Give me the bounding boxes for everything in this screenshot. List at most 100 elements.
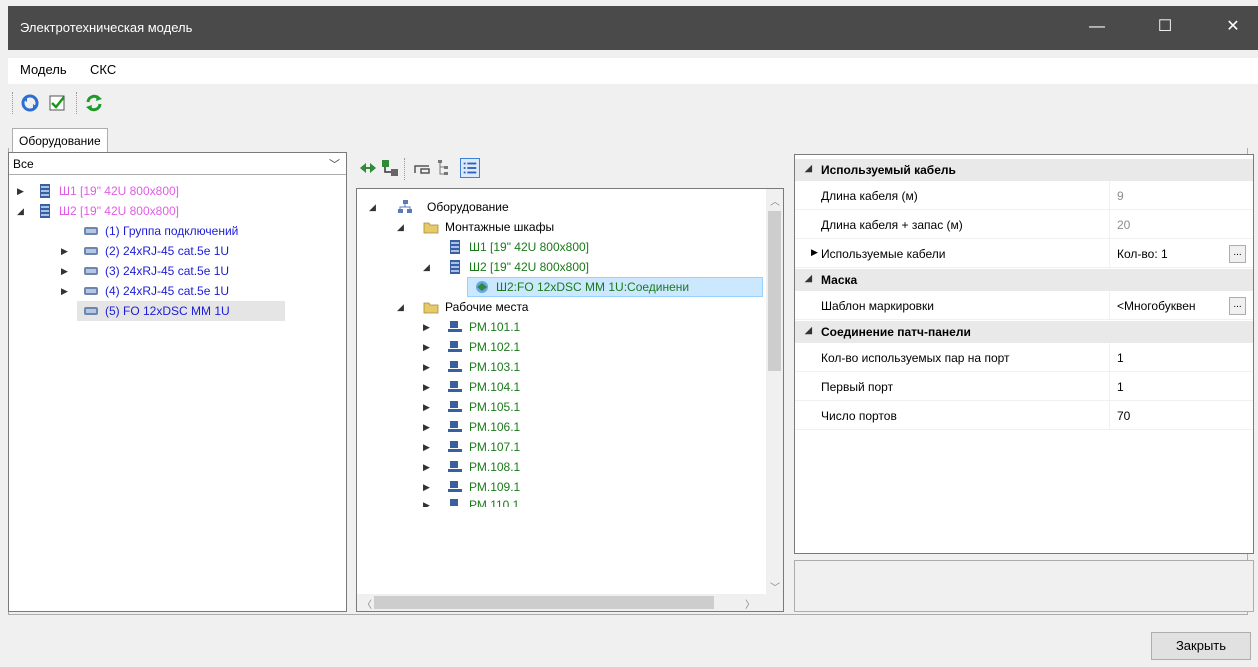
property-row[interactable]: Кол-во используемых пар на порт 1 — [795, 343, 1253, 372]
collapse-arrow-icon[interactable]: ◢ — [805, 325, 812, 336]
tree-item[interactable]: ▶ РМ.105.1 — [357, 397, 767, 417]
edit-button[interactable]: ... — [1229, 297, 1246, 315]
check-icon[interactable] — [48, 93, 68, 113]
expand-arrow-icon[interactable]: ▶ — [811, 247, 818, 258]
column-divider — [1109, 239, 1110, 268]
tree-item[interactable]: ▶ РМ.101.1 — [357, 317, 767, 337]
tree-item[interactable]: (1) Группа подключений — [9, 221, 346, 241]
property-row[interactable]: Длина кабеля (м) 9 — [795, 181, 1253, 210]
expand-arrow-icon[interactable]: ▶ — [423, 397, 433, 417]
structure-icon[interactable] — [380, 158, 400, 178]
scroll-up-icon[interactable]: ︿ — [770, 193, 780, 208]
property-category[interactable]: ◢ Используемый кабель — [795, 159, 1253, 181]
tree-item-label: РМ.104.1 — [469, 380, 521, 394]
scrollbar-thumb[interactable] — [768, 211, 781, 371]
property-name: Используемые кабели — [821, 247, 946, 261]
equipment-tree: ◢ Оборудование ◢ Монтажные шкафы Ш1 [19"… — [356, 188, 784, 612]
tree-item[interactable]: Ш1 [19" 42U 800x800] — [357, 237, 767, 257]
collapse-arrow-icon[interactable]: ◢ — [369, 197, 379, 217]
expand-arrow-icon[interactable]: ▶ — [423, 477, 433, 497]
tree-item[interactable]: ◢ Ш2 [19" 42U 800x800] — [357, 257, 767, 277]
maximize-button[interactable]: ☐ — [1142, 6, 1188, 50]
edit-button[interactable]: ... — [1229, 245, 1246, 263]
panel-icon[interactable] — [412, 158, 432, 178]
menu-model[interactable]: Модель — [20, 62, 67, 77]
tree-item[interactable]: ▶ РМ.106.1 — [357, 417, 767, 437]
expand-arrow-icon[interactable]: ▶ — [423, 357, 433, 377]
expand-arrow-icon[interactable]: ▶ — [17, 181, 27, 201]
expand-arrow-icon[interactable]: ▶ — [423, 437, 433, 457]
scroll-right-icon[interactable]: 〉 — [745, 596, 755, 611]
tree-item-selected[interactable]: Ш2:FO 12xDSC MM 1U:Соединени — [467, 277, 763, 297]
expand-arrow-icon[interactable]: ▶ — [61, 241, 71, 261]
expand-arrow-icon[interactable]: ▶ — [61, 281, 71, 301]
collapse-arrow-icon[interactable]: ◢ — [397, 217, 407, 237]
toolbar-grip[interactable] — [12, 92, 14, 114]
property-category[interactable]: ◢ Соединение патч-панели — [795, 321, 1253, 343]
title-bar[interactable]: Электротехническая модель — ☐ ✕ — [8, 6, 1258, 50]
vertical-scrollbar[interactable]: ︿ ﹀ — [766, 189, 783, 594]
close-window-button[interactable]: ✕ — [1210, 6, 1256, 50]
chevron-down-icon[interactable]: ﹀ — [329, 156, 340, 172]
property-name: Длина кабеля + запас (м) — [821, 218, 963, 232]
tree-item[interactable]: ◢ Ш2 [19" 42U 800x800] — [9, 201, 346, 221]
property-row[interactable]: Число портов 70 — [795, 401, 1253, 430]
menu-bar: Модель СКС — [8, 58, 1258, 84]
equipment-filter-tree: Все ﹀ ▶ Ш1 [19" 42U 800x800] ◢ Ш2 [19" 4… — [8, 152, 347, 612]
property-row[interactable]: ▶ Используемые кабели Кол-во: 1 ... — [795, 239, 1253, 268]
sync-icon[interactable] — [84, 93, 104, 113]
tree-item[interactable]: ▶ РМ.104.1 — [357, 377, 767, 397]
tree-item-label: РМ.103.1 — [469, 360, 521, 374]
property-row[interactable]: Длина кабеля + запас (м) 20 — [795, 210, 1253, 239]
tree-item[interactable]: ◢ Монтажные шкафы — [357, 217, 767, 237]
tree-item[interactable]: ▶ РМ.103.1 — [357, 357, 767, 377]
workstation-icon — [448, 421, 462, 432]
scroll-left-icon[interactable]: 〈 — [362, 596, 372, 611]
expand-arrow-icon[interactable]: ▶ — [423, 457, 433, 477]
scrollbar-thumb[interactable] — [374, 596, 714, 609]
horizontal-scrollbar[interactable]: 〈 〉 — [357, 594, 783, 611]
expand-arrow-icon[interactable]: ▶ — [423, 317, 433, 337]
tree-view-icon[interactable] — [436, 158, 456, 178]
collapse-arrow-icon[interactable]: ◢ — [17, 201, 27, 221]
tree-item[interactable]: ◢ Оборудование — [357, 197, 767, 217]
tree-item[interactable]: ▶ РМ.110.1 — [357, 495, 767, 507]
property-row[interactable]: Первый порт 1 — [795, 372, 1253, 401]
expand-collapse-icon[interactable] — [358, 158, 378, 178]
expand-arrow-icon[interactable]: ▶ — [423, 417, 433, 437]
property-row[interactable]: Шаблон маркировки <Многобуквен ... — [795, 291, 1253, 320]
tree-item[interactable]: ◢ Рабочие места — [357, 297, 767, 317]
tree-item-selected[interactable]: (5) FO 12xDSC MM 1U — [77, 301, 285, 321]
menu-sks[interactable]: СКС — [90, 62, 116, 77]
property-category[interactable]: ◢ Маска — [795, 269, 1253, 291]
expand-arrow-icon[interactable]: ▶ — [423, 495, 433, 507]
minimize-button[interactable]: — — [1074, 6, 1120, 50]
expand-arrow-icon[interactable]: ▶ — [61, 261, 71, 281]
filter-combobox[interactable]: Все ﹀ — [9, 153, 346, 175]
tree-item[interactable]: ▶ (2) 24xRJ-45 cat.5e 1U — [9, 241, 346, 261]
refresh-icon[interactable] — [20, 93, 40, 113]
tree-item-label: (1) Группа подключений — [105, 224, 239, 238]
cabinet-icon — [450, 260, 460, 274]
expand-arrow-icon[interactable]: ▶ — [423, 337, 433, 357]
property-value: Кол-во: 1 — [1117, 247, 1168, 261]
expand-arrow-icon[interactable]: ▶ — [423, 377, 433, 397]
scroll-down-icon[interactable]: ﹀ — [770, 579, 780, 594]
tree-item[interactable]: ▶ (4) 24xRJ-45 cat.5e 1U — [9, 281, 346, 301]
property-value: 20 — [1117, 218, 1131, 232]
collapse-arrow-icon[interactable]: ◢ — [805, 163, 812, 174]
tree-item-label: РМ.108.1 — [469, 460, 521, 474]
list-view-icon[interactable] — [460, 158, 480, 178]
collapse-arrow-icon[interactable]: ◢ — [805, 273, 812, 284]
tree-item[interactable]: ▶ РМ.108.1 — [357, 457, 767, 477]
tree-item[interactable]: ▶ РМ.109.1 — [357, 477, 767, 497]
cabinet-icon — [40, 184, 50, 198]
tree-item-label: Оборудование — [427, 200, 509, 214]
tree-item[interactable]: ▶ (3) 24xRJ-45 cat.5e 1U — [9, 261, 346, 281]
tree-item[interactable]: ▶ РМ.107.1 — [357, 437, 767, 457]
close-button[interactable]: Закрыть — [1151, 632, 1251, 660]
collapse-arrow-icon[interactable]: ◢ — [397, 297, 407, 317]
tree-item[interactable]: ▶ Ш1 [19" 42U 800x800] — [9, 181, 346, 201]
collapse-arrow-icon[interactable]: ◢ — [423, 257, 433, 277]
tree-item[interactable]: ▶ РМ.102.1 — [357, 337, 767, 357]
